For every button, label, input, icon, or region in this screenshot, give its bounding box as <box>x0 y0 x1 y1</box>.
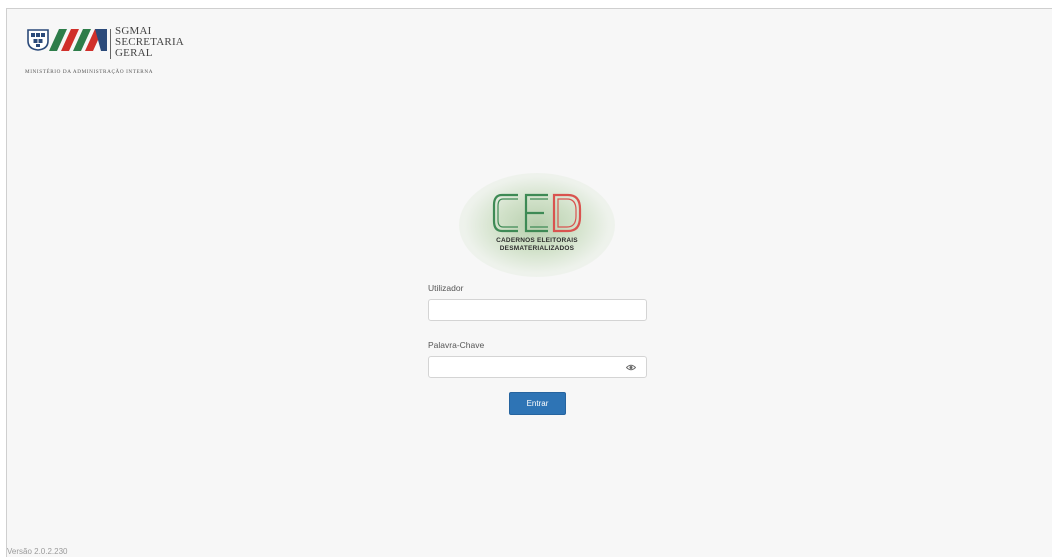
ced-caption-line-2: DESMATERIALIZADOS <box>499 245 575 252</box>
logo-text: SGMAI SECRETARIA GERAL <box>115 26 184 59</box>
version-label: Versão 2.0.2.230 <box>7 547 68 556</box>
show-password-eye-icon[interactable] <box>626 364 636 371</box>
username-label: Utilizador <box>428 283 464 293</box>
coat-of-arms-icon <box>27 29 49 51</box>
username-input[interactable] <box>429 300 646 320</box>
ced-caption: CADERNOS ELEITORAIS DESMATERIALIZADOS <box>459 237 615 253</box>
password-field-box[interactable] <box>428 356 647 378</box>
password-label: Palavra-Chave <box>428 340 485 350</box>
username-field-box[interactable] <box>428 299 647 321</box>
login-button[interactable]: Entrar <box>509 392 566 415</box>
ministry-label: MINISTÉRIO DA ADMINISTRAÇÃO INTERNA <box>25 69 154 75</box>
page-frame: SGMAI SECRETARIA GERAL MINISTÉRIO DA ADM… <box>6 8 1052 557</box>
logo-line-3: GERAL <box>115 47 153 59</box>
ced-emblem: CADERNOS ELEITORAIS DESMATERIALIZADOS <box>459 173 615 277</box>
sgmai-logo: SGMAI SECRETARIA GERAL MINISTÉRIO DA ADM… <box>19 25 189 76</box>
mai-letters-icon <box>49 29 107 51</box>
password-input[interactable] <box>429 357 646 377</box>
ced-logo-icon <box>492 193 582 233</box>
ced-caption-line-1: CADERNOS ELEITORAIS <box>496 237 578 244</box>
logo-divider <box>110 29 111 59</box>
